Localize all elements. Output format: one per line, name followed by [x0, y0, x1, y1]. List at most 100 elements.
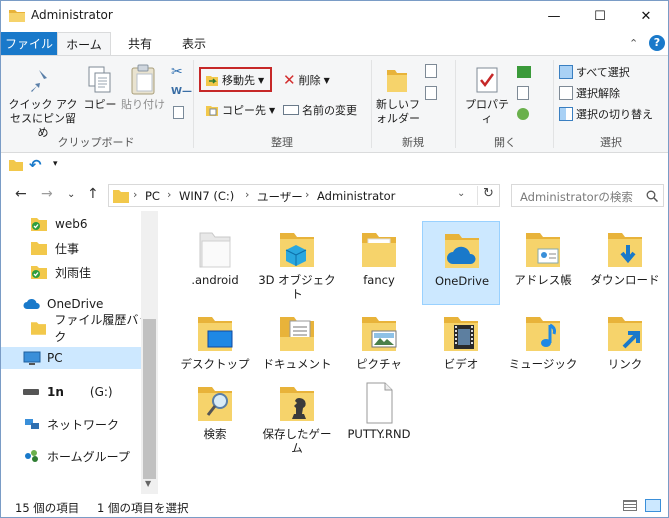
copy-icon[interactable]	[87, 66, 113, 94]
file-label: ピクチャ	[356, 357, 402, 371]
file-item-onedrive[interactable]: OneDrive	[422, 221, 500, 305]
tab-home[interactable]: ホーム	[57, 32, 111, 56]
ribbon-tabs: ファイル ホーム 共有 表示 ⌃ ?	[1, 32, 668, 56]
pin-icon[interactable]	[31, 68, 53, 94]
paste-icon[interactable]	[129, 64, 157, 96]
quick-access-toolbar: ↶ ▾	[1, 153, 668, 178]
qat-dropdown-icon[interactable]: ▾	[53, 159, 58, 169]
file-label: fancy	[363, 273, 395, 287]
item-count: 15 個の項目	[15, 501, 80, 515]
file-label: 3D オブジェクト	[258, 273, 336, 301]
nav-item-work[interactable]: 仕事	[31, 237, 79, 259]
breadcrumb-users[interactable]: ユーザー	[257, 189, 303, 205]
history-icon[interactable]	[517, 108, 529, 120]
up-icon[interactable]: ↑	[87, 186, 99, 202]
cut-icon[interactable]: ✂	[171, 64, 183, 80]
new-folder-button[interactable]: 新しいフォルダー	[375, 98, 421, 126]
properties-button[interactable]: プロパティ	[461, 98, 513, 126]
nav-item-label: 仕事	[55, 241, 80, 256]
tab-file[interactable]: ファイル	[1, 32, 57, 55]
folder-icon	[31, 322, 47, 335]
nav-scrollbar-thumb[interactable]	[143, 319, 156, 479]
group-separator	[193, 60, 194, 148]
open-icon[interactable]	[517, 66, 531, 78]
copy-to-button[interactable]: コピー先 ▼	[205, 100, 275, 120]
details-view-icon[interactable]	[623, 500, 637, 511]
nav-item-network[interactable]: ネットワーク	[23, 413, 119, 435]
delete-button[interactable]: ✕ 削除 ▼	[283, 70, 330, 90]
ribbon: クイック アクセスにピン留め コピー 貼り付け ✂ W— クリップボード 移動先…	[1, 55, 668, 153]
title-bar: Administrator — ☐ ✕	[1, 1, 668, 32]
back-icon[interactable]: ←	[15, 186, 27, 202]
help-icon[interactable]: ?	[649, 35, 665, 51]
folder-check-icon	[31, 218, 47, 231]
nav-item-file-history[interactable]: ファイル履歴バック	[31, 313, 158, 344]
file-item-contacts[interactable]: アドレス帳	[504, 221, 582, 305]
file-item-3d-objects[interactable]: 3D オブジェクト	[258, 221, 336, 305]
select-all-button[interactable]: すべて選択	[559, 62, 630, 82]
breadcrumb-pc[interactable]: PC	[145, 189, 160, 203]
group-separator	[455, 60, 456, 148]
new-item-icon[interactable]	[425, 64, 437, 78]
edit-icon[interactable]	[517, 86, 529, 100]
file-item-downloads[interactable]: ダウンロード	[586, 221, 664, 305]
nav-item-homegroup[interactable]: ホームグループ	[23, 445, 130, 467]
maximize-button[interactable]: ☐	[577, 1, 623, 31]
group-label-open: 開く	[494, 136, 516, 149]
drive-icon	[23, 389, 39, 395]
minimize-button[interactable]: —	[531, 1, 577, 31]
breadcrumb-drive[interactable]: WIN7 (C:)	[179, 189, 234, 203]
file-label: .android	[191, 273, 239, 287]
search-placeholder: Administratorの検索	[520, 190, 633, 204]
recent-locations-icon[interactable]: ⌄	[67, 189, 75, 200]
address-dropdown-icon[interactable]: ⌄	[457, 188, 465, 199]
nav-item-drive-1n[interactable]: 1n (G:)	[23, 381, 113, 403]
new-folder-icon[interactable]	[385, 66, 409, 94]
file-label: デスクトップ	[180, 357, 250, 371]
folder-icon[interactable]	[9, 159, 23, 171]
file-item-putty-rnd[interactable]: PUTTY.RND	[340, 375, 418, 459]
file-icon	[366, 382, 393, 424]
folder-check-icon	[31, 266, 47, 279]
undo-icon[interactable]: ↶	[29, 156, 42, 174]
ribbon-collapse-icon[interactable]: ⌃	[629, 37, 638, 50]
copy-path-icon[interactable]: W—	[171, 86, 192, 97]
file-label: ビデオ	[443, 357, 479, 371]
file-item-links[interactable]: リンク	[586, 305, 664, 389]
breadcrumb-administrator[interactable]: Administrator	[317, 189, 395, 203]
paste-button[interactable]: 貼り付け	[119, 98, 167, 112]
close-button[interactable]: ✕	[623, 1, 668, 31]
file-item-music[interactable]: ミュージック	[504, 305, 582, 389]
move-to-highlight	[199, 67, 272, 92]
easy-access-icon[interactable]	[425, 86, 437, 100]
copy-to-icon	[206, 106, 218, 116]
refresh-icon[interactable]: ↻	[477, 186, 499, 205]
nav-item-web6[interactable]: web6	[31, 213, 87, 235]
select-none-button[interactable]: 選択解除	[559, 83, 620, 103]
properties-icon[interactable]	[475, 66, 499, 94]
file-label: 検索	[203, 427, 227, 441]
file-item-fancy[interactable]: fancy	[340, 221, 418, 305]
invert-selection-button[interactable]: 選択の切り替え	[559, 104, 653, 124]
nav-item-label: 刘雨佳	[55, 265, 92, 280]
large-icons-view-icon[interactable]	[645, 499, 661, 512]
scroll-down-icon[interactable]: ▼	[145, 479, 151, 488]
rename-button[interactable]: 名前の変更	[283, 100, 357, 120]
nav-item-pc[interactable]: PC	[1, 347, 141, 369]
file-item-searches[interactable]: 検索	[176, 375, 254, 459]
paste-shortcut-icon[interactable]	[173, 106, 184, 119]
file-item-videos[interactable]: ビデオ	[422, 305, 500, 389]
forward-icon[interactable]: →	[41, 186, 53, 202]
tab-view[interactable]: 表示	[169, 32, 219, 55]
address-bar[interactable]: › PC › WIN7 (C:) › ユーザー › Administrator …	[108, 184, 500, 207]
nav-item-liuyujia[interactable]: 刘雨佳	[31, 261, 91, 283]
file-label: ミュージック	[508, 357, 578, 371]
nav-item-label: 1n	[47, 385, 64, 399]
file-item-android[interactable]: .android	[176, 221, 254, 305]
group-label-clipboard: クリップボード	[57, 136, 135, 149]
copy-button[interactable]: コピー	[83, 98, 117, 112]
search-input[interactable]: Administratorの検索	[511, 184, 664, 207]
tab-share[interactable]: 共有	[115, 32, 165, 55]
file-label: PUTTY.RND	[347, 427, 411, 441]
file-item-saved-games[interactable]: 保存したゲーム	[258, 375, 336, 459]
